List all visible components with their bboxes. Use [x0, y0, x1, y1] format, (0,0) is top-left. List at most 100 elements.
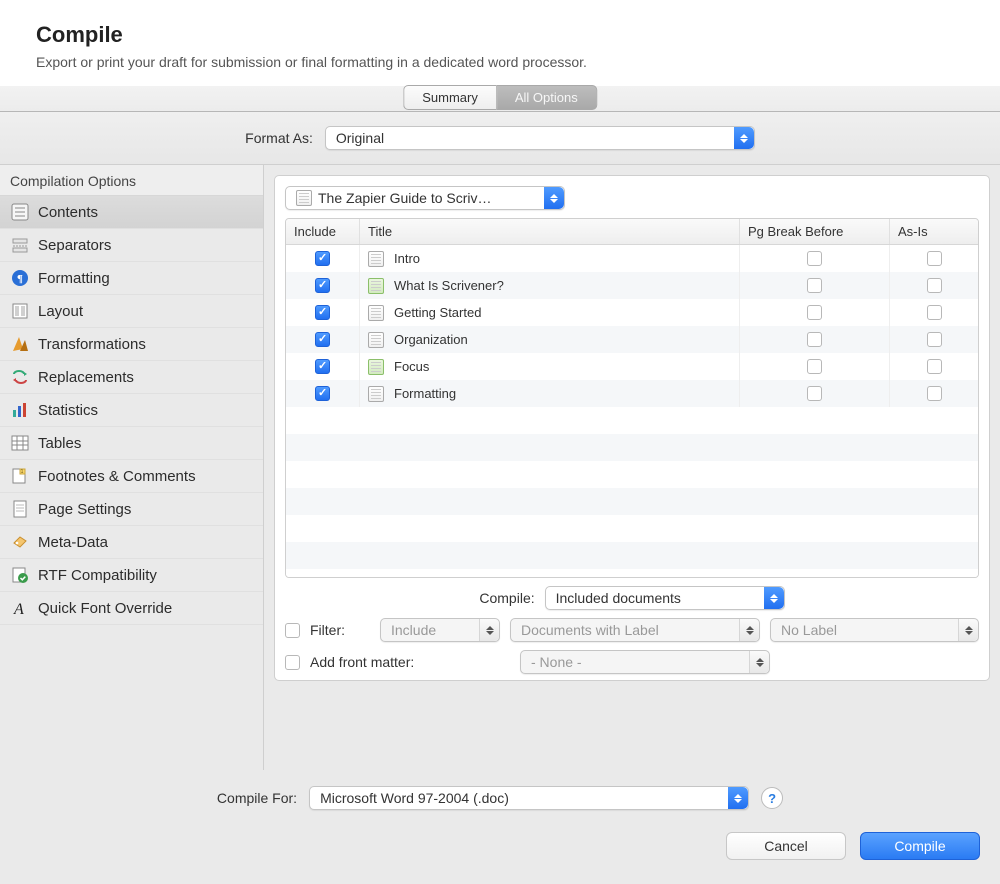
- tab-all-options-label: All Options: [515, 90, 578, 105]
- table-row[interactable]: Focus: [286, 353, 978, 380]
- doc-title: Getting Started: [394, 305, 481, 320]
- chevron-up-down-icon: [739, 619, 759, 641]
- front-matter-checkbox[interactable]: [285, 655, 300, 670]
- sidebar-item-meta-data[interactable]: Meta-Data: [0, 526, 263, 559]
- tab-summary[interactable]: Summary: [403, 85, 496, 110]
- dialog-title: Compile: [36, 22, 964, 48]
- sidebar-item-label: Meta-Data: [38, 534, 108, 551]
- filter-mode-popup[interactable]: Include: [380, 618, 500, 642]
- tab-all-options[interactable]: All Options: [496, 85, 597, 110]
- chevron-up-down-icon: [544, 187, 564, 209]
- cancel-button[interactable]: Cancel: [726, 832, 846, 860]
- filter-criterion-value: Documents with Label: [521, 622, 659, 638]
- sidebar-item-label: Separators: [38, 237, 111, 254]
- layout-icon: [10, 301, 30, 321]
- col-asis[interactable]: As-Is: [890, 219, 978, 244]
- filter-value-popup[interactable]: No Label: [770, 618, 979, 642]
- compile-filter-popup[interactable]: Included documents: [545, 586, 785, 610]
- pgbreak-checkbox[interactable]: [807, 359, 822, 374]
- text-doc-icon: [368, 386, 384, 402]
- filter-label: Filter:: [310, 622, 370, 638]
- statistics-icon: [10, 400, 30, 420]
- sidebar-item-tables[interactable]: Tables: [0, 427, 263, 460]
- sidebar-item-separators[interactable]: Separators: [0, 229, 263, 262]
- asis-checkbox[interactable]: [927, 251, 942, 266]
- sidebar-item-label: Transformations: [38, 336, 146, 353]
- source-popup[interactable]: The Zapier Guide to Scriv…: [285, 186, 565, 210]
- sidebar-item-font-override[interactable]: A Quick Font Override: [0, 592, 263, 625]
- table-row[interactable]: Formatting: [286, 380, 978, 407]
- col-title[interactable]: Title: [360, 219, 740, 244]
- compile-for-popup[interactable]: Microsoft Word 97-2004 (.doc): [309, 786, 749, 810]
- include-checkbox[interactable]: [315, 278, 330, 293]
- asis-checkbox[interactable]: [927, 386, 942, 401]
- compile-filter-label: Compile:: [479, 590, 534, 606]
- dialog-header: Compile Export or print your draft for s…: [0, 0, 1000, 86]
- table-row[interactable]: Getting Started: [286, 299, 978, 326]
- svg-text:¶: ¶: [17, 273, 23, 285]
- sidebar-item-label: Replacements: [38, 369, 134, 386]
- text-doc-icon: [368, 251, 384, 267]
- sidebar-header: Compilation Options: [0, 165, 263, 196]
- asis-checkbox[interactable]: [927, 359, 942, 374]
- front-matter-popup[interactable]: - None -: [520, 650, 770, 674]
- separators-icon: [10, 235, 30, 255]
- text-doc-icon: [368, 305, 384, 321]
- format-as-popup[interactable]: Original: [325, 126, 755, 150]
- sidebar-item-rtf-compat[interactable]: RTF Compatibility: [0, 559, 263, 592]
- doc-title: Organization: [394, 332, 468, 347]
- front-matter-value: - None -: [531, 654, 582, 670]
- sidebar-item-transformations[interactable]: Transformations: [0, 328, 263, 361]
- meta-data-icon: [10, 532, 30, 552]
- sidebar-item-formatting[interactable]: ¶ Formatting: [0, 262, 263, 295]
- binder-icon: [296, 190, 312, 206]
- sidebar-item-statistics[interactable]: Statistics: [0, 394, 263, 427]
- text-doc-icon: [368, 332, 384, 348]
- rtf-compat-icon: [10, 565, 30, 585]
- doc-title: What Is Scrivener?: [394, 278, 504, 293]
- help-button[interactable]: ?: [761, 787, 783, 809]
- page-settings-icon: [10, 499, 30, 519]
- asis-checkbox[interactable]: [927, 305, 942, 320]
- include-checkbox[interactable]: [315, 332, 330, 347]
- pgbreak-checkbox[interactable]: [807, 278, 822, 293]
- svg-text:1: 1: [21, 469, 24, 475]
- table-row[interactable]: Intro: [286, 245, 978, 272]
- filter-value-value: No Label: [781, 622, 837, 638]
- include-checkbox[interactable]: [315, 305, 330, 320]
- include-checkbox[interactable]: [315, 386, 330, 401]
- dialog-subtitle: Export or print your draft for submissio…: [36, 54, 964, 70]
- filter-mode-value: Include: [391, 622, 436, 638]
- sidebar-item-label: Footnotes & Comments: [38, 468, 196, 485]
- pgbreak-checkbox[interactable]: [807, 386, 822, 401]
- asis-checkbox[interactable]: [927, 332, 942, 347]
- folder-doc-icon: [368, 359, 384, 375]
- chevron-up-down-icon: [749, 651, 769, 673]
- chevron-up-down-icon: [764, 587, 784, 609]
- format-as-value: Original: [336, 130, 384, 146]
- sidebar-item-label: RTF Compatibility: [38, 567, 157, 584]
- col-include[interactable]: Include: [286, 219, 360, 244]
- sidebar-item-replacements[interactable]: Replacements: [0, 361, 263, 394]
- asis-checkbox[interactable]: [927, 278, 942, 293]
- pgbreak-checkbox[interactable]: [807, 251, 822, 266]
- sidebar-item-contents[interactable]: Contents: [0, 196, 263, 229]
- include-checkbox[interactable]: [315, 359, 330, 374]
- sidebar-item-layout[interactable]: Layout: [0, 295, 263, 328]
- pgbreak-checkbox[interactable]: [807, 332, 822, 347]
- filter-checkbox[interactable]: [285, 623, 300, 638]
- sidebar-item-label: Tables: [38, 435, 81, 452]
- pgbreak-checkbox[interactable]: [807, 305, 822, 320]
- table-row[interactable]: Organization: [286, 326, 978, 353]
- compile-button[interactable]: Compile: [860, 832, 980, 860]
- front-matter-label: Add front matter:: [310, 654, 510, 670]
- sidebar-item-footnotes[interactable]: 1 Footnotes & Comments: [0, 460, 263, 493]
- col-pgbreak[interactable]: Pg Break Before: [740, 219, 890, 244]
- contents-panel: The Zapier Guide to Scriv… Include Title…: [274, 175, 990, 681]
- filter-criterion-popup[interactable]: Documents with Label: [510, 618, 760, 642]
- table-row[interactable]: What Is Scrivener?: [286, 272, 978, 299]
- tab-summary-label: Summary: [422, 90, 478, 105]
- format-as-label: Format As:: [245, 130, 313, 146]
- sidebar-item-page-settings[interactable]: Page Settings: [0, 493, 263, 526]
- include-checkbox[interactable]: [315, 251, 330, 266]
